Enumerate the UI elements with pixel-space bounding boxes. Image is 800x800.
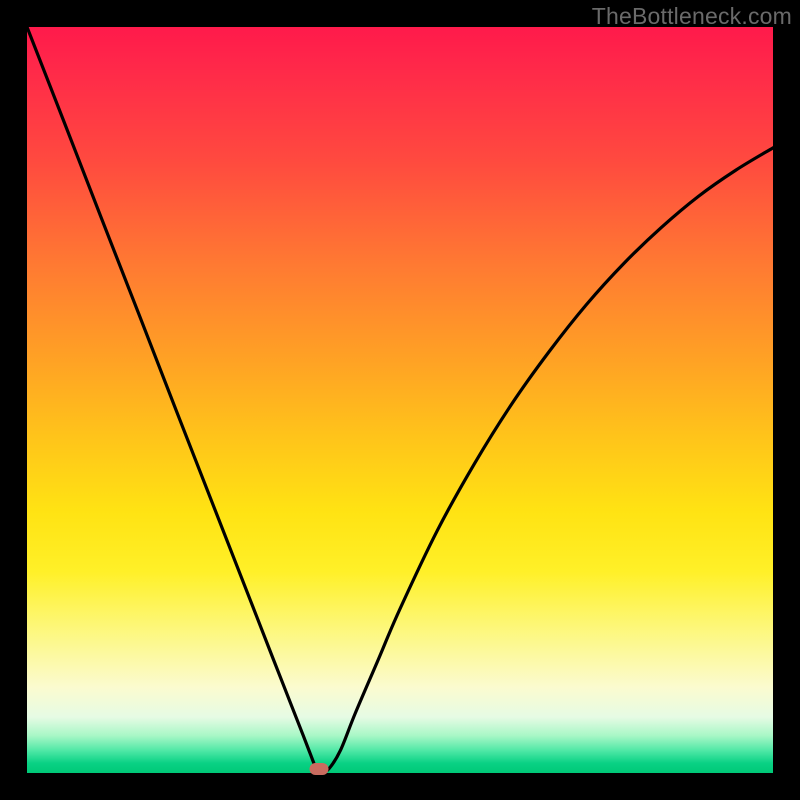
optimum-marker	[310, 763, 329, 775]
curve-svg	[27, 27, 773, 773]
plot-area	[27, 27, 773, 773]
bottleneck-curve	[27, 27, 773, 773]
watermark-text: TheBottleneck.com	[592, 3, 792, 30]
chart-frame: TheBottleneck.com	[0, 0, 800, 800]
